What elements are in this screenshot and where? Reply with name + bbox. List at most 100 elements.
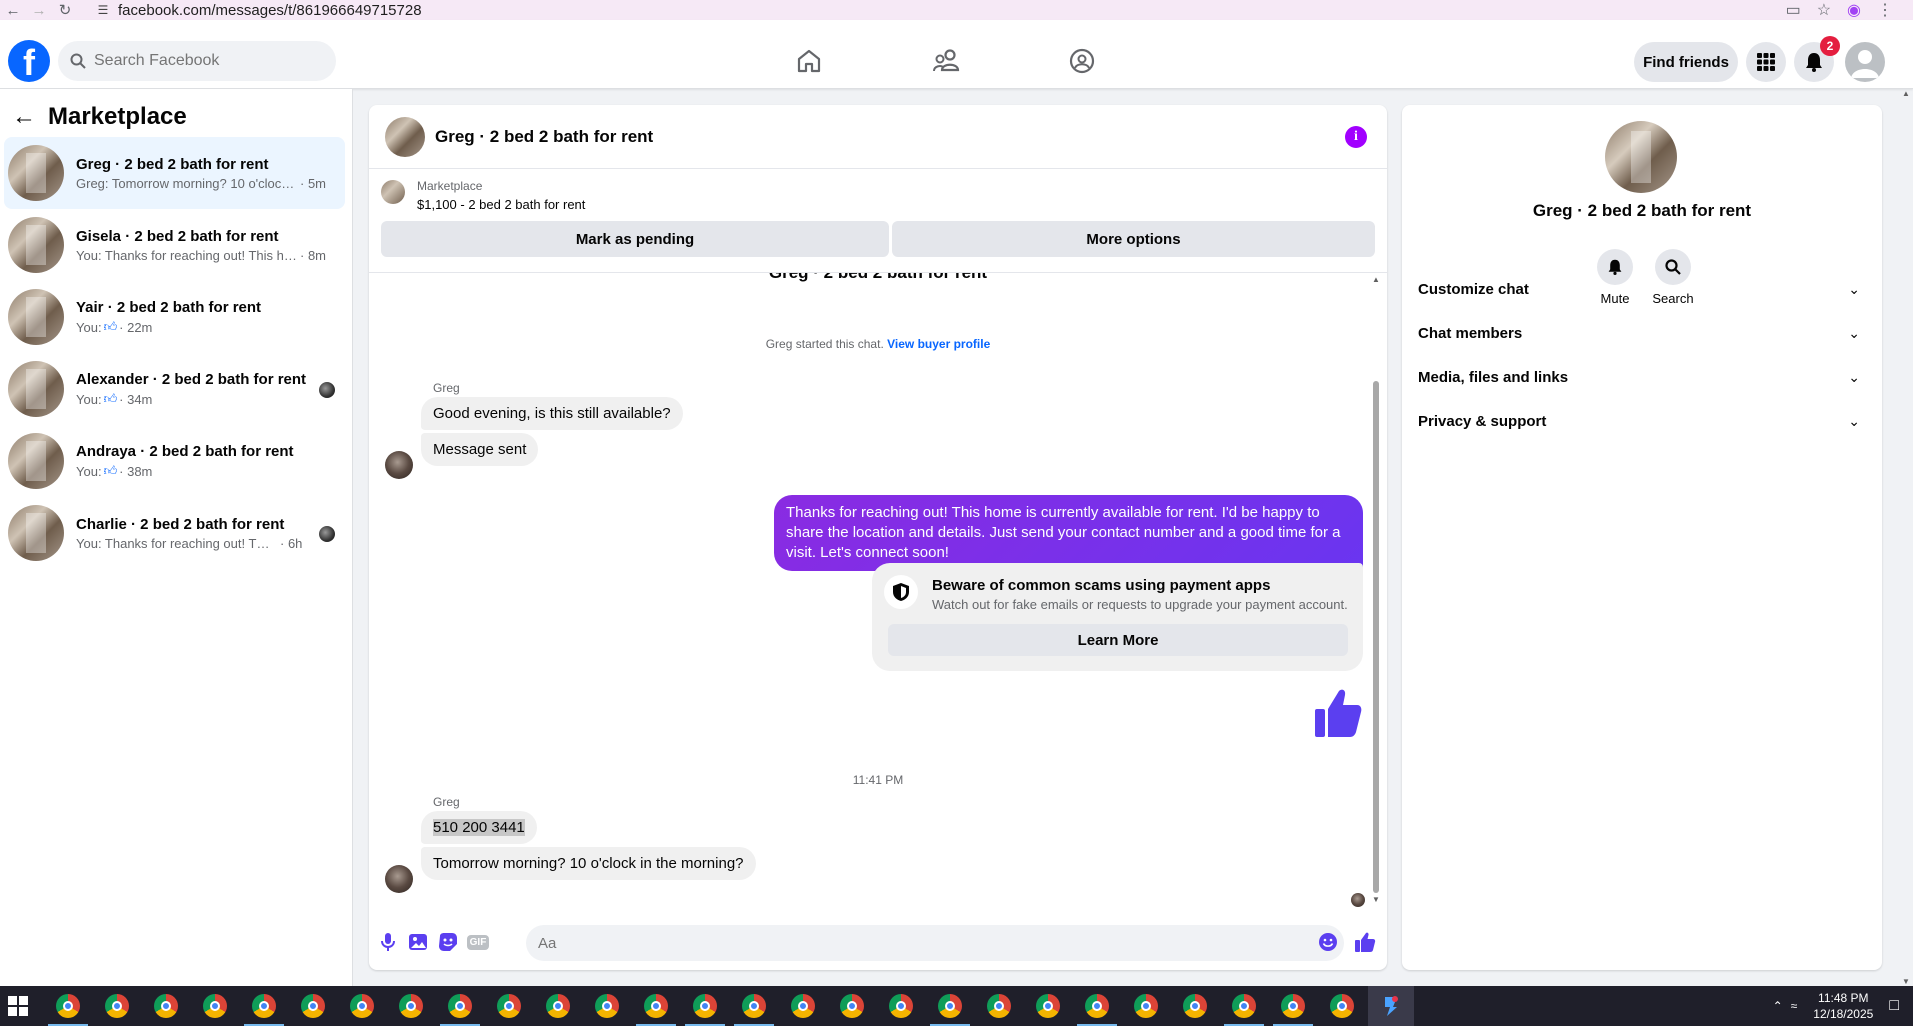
conversation-item-andraya[interactable]: Andraya · 2 bed 2 bath for rent You: 👍︎ · … — [4, 425, 345, 497]
scroll-down-arrow-icon[interactable]: ▼ — [1371, 895, 1381, 904]
listing-price[interactable]: $1,100 - 2 bed 2 bath for rent — [417, 197, 585, 212]
friends-nav-icon[interactable] — [933, 48, 961, 74]
outgoing-message[interactable]: Thanks for reaching out! This home is cu… — [774, 495, 1363, 571]
back-arrow-icon[interactable]: ← — [12, 103, 42, 131]
taskbar-browser-icon[interactable] — [350, 994, 374, 1018]
taskbar-browser-icon[interactable] — [930, 994, 970, 1026]
taskbar-browser-icon[interactable] — [203, 994, 227, 1018]
row-label: Chat members — [1418, 324, 1523, 342]
pinned-app-icon[interactable] — [1379, 994, 1403, 1018]
phone-number-text[interactable]: 510 200 3441 — [433, 819, 525, 836]
chat-title[interactable]: Greg · 2 bed 2 bath for rent — [435, 127, 653, 147]
taskbar-browser-icon[interactable] — [440, 994, 480, 1026]
menu-grid-button[interactable] — [1746, 42, 1786, 82]
groups-nav-icon[interactable] — [1069, 48, 1095, 74]
message-scrollbar[interactable]: ▲ ▼ — [1371, 273, 1381, 909]
gif-icon[interactable]: GIF — [464, 928, 492, 956]
taskbar-browser-icon[interactable] — [791, 994, 815, 1018]
scroll-up-arrow-icon[interactable]: ▲ — [1371, 275, 1381, 284]
search-input[interactable] — [94, 52, 314, 70]
windows-start-icon[interactable] — [8, 996, 28, 1016]
taskbar-browser-icon[interactable] — [1134, 994, 1158, 1018]
view-buyer-profile-link[interactable]: View buyer profile — [887, 337, 990, 351]
conversation-item-greg[interactable]: Greg · 2 bed 2 bath for rent Greg: Tomor… — [4, 137, 345, 209]
privacy-support-row[interactable]: Privacy & support ⌄ — [1414, 403, 1870, 439]
notifications-button[interactable]: 2 — [1794, 36, 1840, 82]
mark-as-pending-button[interactable]: Mark as pending — [381, 221, 889, 257]
taskbar-browser-icon[interactable] — [105, 994, 129, 1018]
media-files-links-row[interactable]: Media, files and links ⌄ — [1414, 359, 1870, 395]
install-app-icon[interactable]: ▭ — [1786, 0, 1801, 20]
taskbar-browser-icon[interactable] — [840, 994, 864, 1018]
message-input[interactable] — [526, 925, 1344, 961]
emoji-icon[interactable] — [1314, 928, 1342, 956]
incoming-message[interactable]: Tomorrow morning? 10 o'clock in the morn… — [421, 847, 756, 880]
search-bar[interactable] — [58, 41, 336, 81]
taskbar-browser-icon[interactable] — [685, 994, 725, 1026]
bookmark-star-icon[interactable]: ☆ — [1817, 0, 1831, 20]
taskbar-browser-icon[interactable] — [497, 994, 521, 1018]
taskbar-browser-icon[interactable] — [987, 994, 1011, 1018]
taskbar-browser-icon[interactable] — [399, 994, 423, 1018]
incoming-message[interactable]: 510 200 3441 — [421, 811, 537, 844]
taskbar-browser-icon[interactable] — [1183, 994, 1207, 1018]
taskbar-browser-icon[interactable] — [154, 994, 178, 1018]
back-icon[interactable]: ← — [0, 0, 26, 20]
chat-members-row[interactable]: Chat members ⌄ — [1414, 315, 1870, 351]
large-thumbs-up-icon[interactable] — [1313, 687, 1363, 743]
profile-avatar[interactable] — [1845, 42, 1885, 82]
taskbar-browser-icon[interactable] — [1273, 994, 1313, 1026]
taskbar-browser-icon[interactable] — [1224, 994, 1264, 1026]
conversation-item-charlie[interactable]: Charlie · 2 bed 2 bath for rent You: Tha… — [4, 497, 345, 569]
conversation-preview: You: Thanks for reaching out! This ... — [76, 535, 276, 551]
taskbar-browser-icon[interactable] — [48, 994, 88, 1026]
reload-icon[interactable]: ↻ — [52, 0, 78, 20]
taskbar-clock[interactable]: 11:48 PM 12/18/2025 — [1813, 990, 1873, 1022]
thumbs-up-send-icon[interactable] — [1351, 928, 1379, 956]
taskbar-browser-icon[interactable] — [1077, 994, 1117, 1026]
facebook-logo-icon[interactable]: f — [8, 40, 50, 82]
browser-profile-icon[interactable]: ◉ — [1847, 0, 1861, 20]
incoming-message[interactable]: Good evening, is this still available? — [421, 397, 683, 430]
browser-menu-icon[interactable]: ⋮ — [1877, 0, 1893, 20]
taskbar-browser-icon[interactable] — [1330, 994, 1354, 1018]
conversation-item-alexander[interactable]: Alexander · 2 bed 2 bath for rent You: 👍︎… — [4, 353, 345, 425]
tray-overflow-icon[interactable]: ⌃ — [1773, 999, 1783, 1013]
taskbar-browser-icon[interactable] — [301, 994, 325, 1018]
taskbar-browser-icon[interactable] — [636, 994, 676, 1026]
sender-avatar[interactable] — [385, 865, 413, 893]
listing-thumbnail[interactable] — [381, 180, 405, 204]
page-scroll-down-icon[interactable]: ▼ — [1899, 977, 1913, 986]
thumbs-up-icon: 👍︎ — [103, 391, 118, 406]
incoming-message[interactable]: Message sent — [421, 433, 539, 466]
site-settings-icon[interactable]: ☰ — [92, 3, 114, 17]
conversation-item-gisela[interactable]: Gisela · 2 bed 2 bath for rent You: Than… — [4, 209, 345, 281]
sender-avatar[interactable] — [385, 451, 413, 479]
scrollbar-thumb[interactable] — [1373, 381, 1379, 893]
taskbar-browser-icon[interactable] — [244, 994, 284, 1026]
conversation-item-yair[interactable]: Yair · 2 bed 2 bath for rent You: 👍︎ · 22m — [4, 281, 345, 353]
info-icon[interactable]: i — [1345, 126, 1367, 148]
chat-avatar[interactable] — [385, 116, 425, 157]
info-avatar[interactable] — [1605, 121, 1677, 193]
notification-center-icon[interactable]: □ — [1889, 997, 1899, 1015]
microphone-icon[interactable] — [374, 928, 402, 956]
page-scrollbar[interactable]: ▲ ▼ — [1899, 89, 1913, 986]
learn-more-button[interactable]: Learn More — [888, 624, 1348, 656]
sticker-icon[interactable] — [434, 928, 462, 956]
taskbar-browser-icon[interactable] — [595, 994, 619, 1018]
taskbar-browser-icon[interactable] — [546, 994, 570, 1018]
taskbar-browser-icon[interactable] — [734, 994, 774, 1026]
home-nav-icon[interactable] — [796, 48, 822, 74]
more-options-button[interactable]: More options — [892, 221, 1375, 257]
message-list[interactable]: Greg · 2 bed 2 bath for rent Greg starte… — [369, 273, 1387, 909]
page-scroll-up-icon[interactable]: ▲ — [1899, 89, 1913, 98]
photo-icon[interactable] — [404, 928, 432, 956]
address-bar[interactable]: facebook.com/messages/t/861966649715728 — [118, 2, 422, 19]
taskbar-browser-icon[interactable] — [889, 994, 913, 1018]
forward-icon[interactable]: → — [26, 0, 52, 20]
find-friends-button[interactable]: Find friends — [1634, 42, 1738, 82]
customize-chat-row[interactable]: Customize chat ⌄ — [1414, 271, 1870, 307]
wifi-icon[interactable]: ≈ — [1791, 999, 1798, 1013]
taskbar-browser-icon[interactable] — [1036, 994, 1060, 1018]
